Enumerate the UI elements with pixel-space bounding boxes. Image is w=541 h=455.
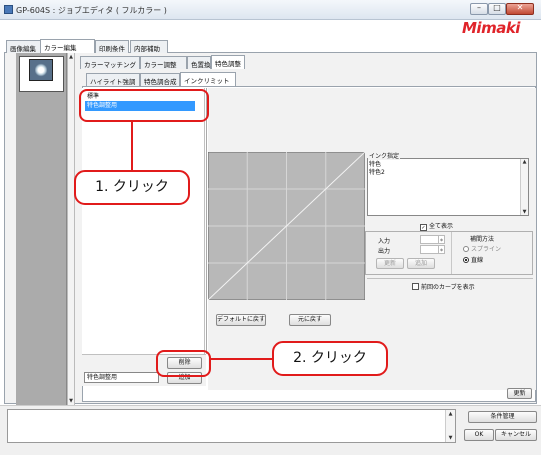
scroll-down-icon[interactable]: ▼ — [521, 209, 528, 215]
scroll-up-icon[interactable]: ▲ — [446, 411, 455, 417]
scroll-up-icon[interactable]: ▲ — [68, 54, 74, 60]
mimaki-logo: Mimaki — [462, 19, 520, 37]
checkbox-unchecked-icon[interactable] — [412, 283, 419, 290]
close-icon: ✕ — [516, 3, 524, 12]
interpolation-label: 補間方法 — [470, 236, 495, 243]
scroll-down-icon[interactable]: ▼ — [68, 398, 74, 404]
condition-manage-button[interactable]: 条件管理 — [468, 411, 537, 423]
tab-internal[interactable]: 内部補助 — [130, 40, 168, 53]
ink-list-scrollbar[interactable]: ▲ ▼ — [520, 159, 528, 215]
maximize-button[interactable]: □ — [488, 3, 506, 15]
radio-linear-label: 直線 — [471, 257, 484, 264]
tab-highlight[interactable]: ハイライト強調 — [86, 73, 140, 86]
io-divider — [451, 232, 452, 274]
radio-on-icon[interactable] — [463, 257, 469, 263]
minimize-button[interactable]: – — [470, 3, 488, 15]
thumbnail-scrollbar[interactable]: ▲ ▼ — [67, 53, 75, 405]
callout-connector — [210, 358, 273, 360]
io-update-button[interactable]: 更新 — [376, 258, 404, 269]
curve-list — [82, 88, 205, 354]
prev-curve-label: 前回のカーブを表示 — [421, 284, 475, 291]
radio-spline-label: スプライン — [471, 246, 502, 253]
scroll-up-icon[interactable]: ▲ — [521, 159, 528, 165]
ink-item[interactable]: 特色2 — [369, 167, 385, 176]
separator — [367, 278, 533, 279]
thumbnail-image[interactable] — [29, 59, 53, 81]
output-spinner[interactable]: ◆ — [420, 245, 445, 254]
tab-color-adjust[interactable]: カラー調整 — [140, 56, 187, 69]
ok-button[interactable]: OK — [464, 429, 494, 441]
app-icon — [4, 5, 13, 14]
callout-step1: 1. クリック — [74, 170, 190, 205]
callout-step2: 2. クリック — [272, 341, 388, 376]
radio-off-icon[interactable] — [463, 246, 469, 252]
tab-image-edit[interactable]: 画像編集 — [6, 40, 41, 53]
close-button[interactable]: ✕ — [506, 3, 534, 15]
radio-linear[interactable]: 直線 — [463, 255, 483, 264]
window-title: GP-604S : ジョブエディタ ( フルカラー ) — [16, 6, 167, 15]
message-area[interactable] — [7, 409, 456, 443]
show-all-checkbox[interactable]: ✓ 全て表示 — [420, 221, 453, 231]
callout-connector — [131, 121, 133, 171]
tab-color-edit[interactable]: カラー編集 — [40, 39, 95, 53]
ink-limit-graph[interactable] — [208, 152, 365, 300]
minimize-icon: – — [477, 3, 481, 12]
curve-name-input[interactable]: 特色調整用 — [84, 372, 159, 383]
tab-spot-combine[interactable]: 特色調合成 — [140, 73, 180, 86]
scroll-down-icon[interactable]: ▼ — [446, 435, 455, 441]
highlight-delete-button — [156, 350, 211, 377]
tab-color-matching[interactable]: カラーマッチング — [80, 56, 140, 69]
tab-ink-limit[interactable]: インクリミット — [180, 72, 236, 86]
output-label: 出力 — [378, 248, 391, 255]
radio-spline[interactable]: スプライン — [463, 244, 501, 253]
maximize-icon: □ — [493, 3, 501, 12]
highlight-list-item — [79, 89, 209, 122]
tab-print-conditions[interactable]: 印刷条件 — [95, 40, 129, 53]
io-add-button[interactable]: 追加 — [407, 258, 435, 269]
tab-color-replace[interactable]: 色置換 — [187, 56, 211, 69]
spinner-arrows-icon[interactable]: ◆ — [438, 246, 444, 253]
input-spinner[interactable]: ◆ — [420, 235, 445, 244]
message-scrollbar[interactable]: ▲ ▼ — [445, 410, 455, 442]
reset-default-button[interactable]: デフォルトに戻す — [216, 314, 266, 326]
input-label: 入力 — [378, 238, 391, 245]
show-all-label: 全て表示 — [429, 223, 454, 230]
list-divider — [206, 88, 207, 354]
prev-curve-checkbox[interactable]: 前回のカーブを表示 — [412, 282, 475, 291]
checkbox-checked-icon[interactable]: ✓ — [420, 224, 427, 231]
tab-spot-color-adjust[interactable]: 特色調整 — [211, 55, 245, 69]
cancel-button[interactable]: キャンセル — [495, 429, 537, 441]
spinner-arrows-icon[interactable]: ◆ — [438, 236, 444, 243]
update-button[interactable]: 更新 — [507, 388, 532, 399]
ink-list[interactable] — [367, 158, 529, 216]
image-icon — [35, 63, 47, 77]
restore-button[interactable]: 元に戻す — [289, 314, 331, 326]
thumbnail-strip — [16, 53, 67, 405]
